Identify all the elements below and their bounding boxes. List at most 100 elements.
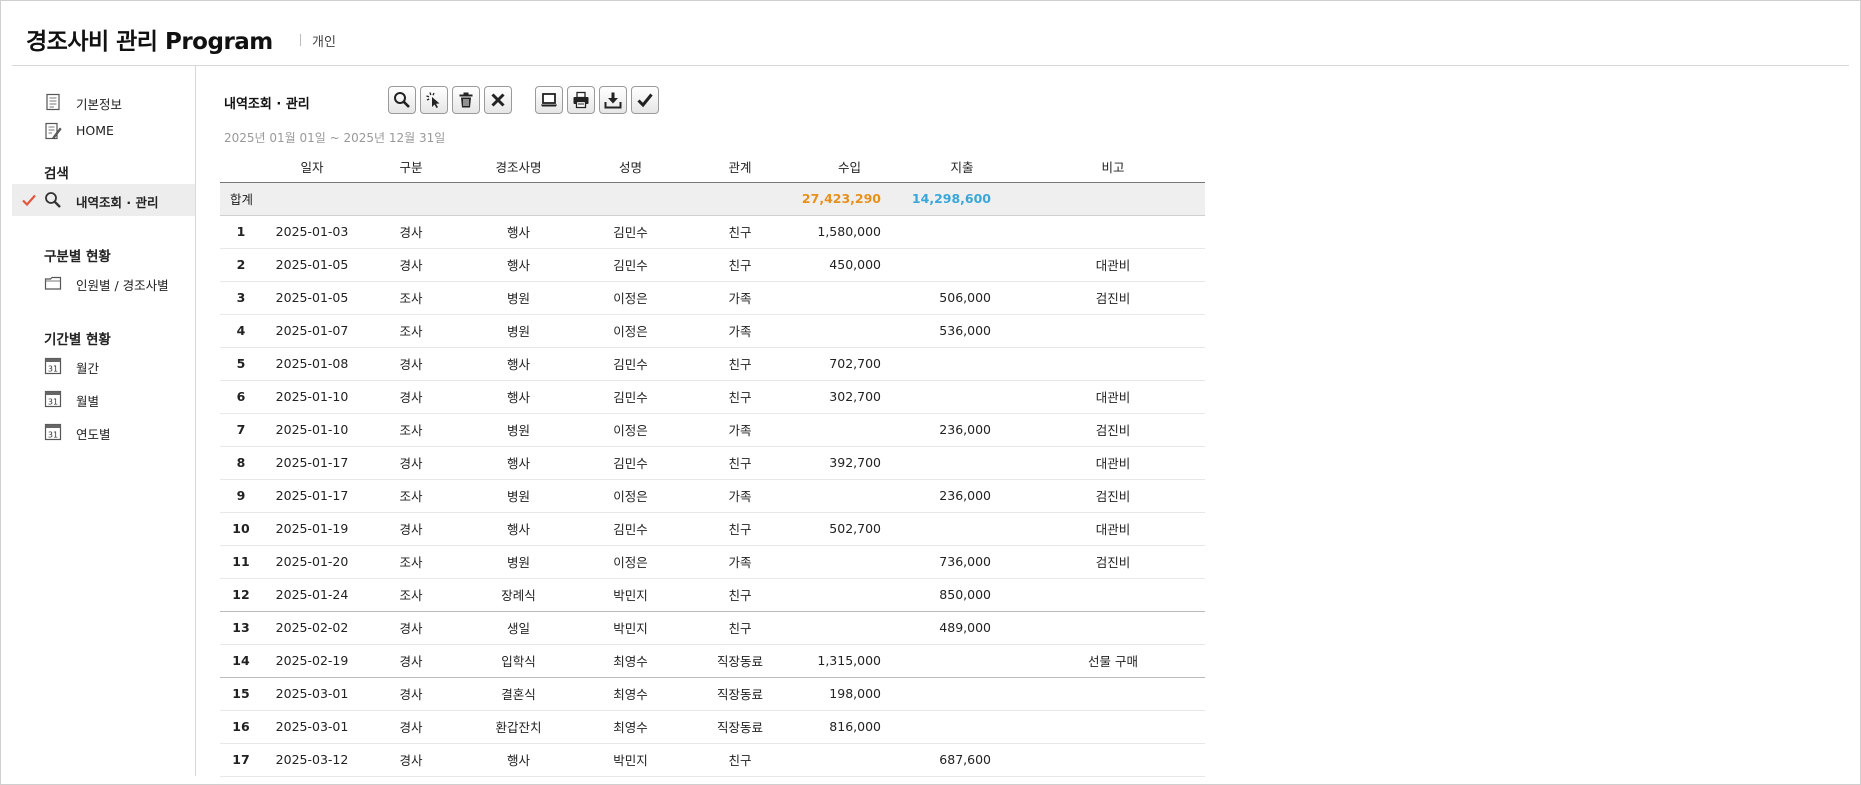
row-income [796,545,903,579]
select-button[interactable] [420,86,448,114]
table-row[interactable]: 8 2025-01-17 경사 행사 김민수 친구 392,700 대관비 [220,446,1205,480]
row-date: 2025-03-01 [262,677,362,711]
row-type: 조사 [362,413,460,447]
sidebar-item-by-month[interactable]: 31 월별 [12,383,195,415]
row-date: 2025-01-10 [262,380,362,414]
pointer-click-icon [426,92,440,108]
download-icon [604,92,622,109]
row-expense: 506,000 [903,281,1021,315]
column-header-no [220,151,262,183]
row-expense: 736,000 [903,545,1021,579]
sidebar-item-by-person[interactable]: 인원별 / 경조사별 [12,267,195,299]
row-number: 4 [220,314,262,348]
table-row[interactable]: 10 2025-01-19 경사 행사 김민수 친구 502,700 대관비 [220,512,1205,546]
app-subtitle: 개인 [312,35,336,50]
table-row[interactable]: 15 2025-03-01 경사 결혼식 최영수 직장동료 198,000 [220,677,1205,711]
row-income: 1,580,000 [796,215,903,249]
row-number: 2 [220,248,262,282]
row-type: 경사 [362,248,460,282]
row-income: 450,000 [796,248,903,282]
row-income [796,743,903,777]
sidebar-item-basic-info[interactable]: 기본정보 [12,86,195,118]
sidebar-item-home[interactable]: HOME [12,115,195,147]
row-number: 7 [220,413,262,447]
row-income [796,479,903,513]
row-expense: 536,000 [903,314,1021,348]
table-row[interactable]: 4 2025-01-07 조사 병원 이정은 가족 536,000 [220,314,1205,348]
table-row[interactable]: 5 2025-01-08 경사 행사 김민수 친구 702,700 [220,347,1205,381]
svg-text:31: 31 [48,365,58,374]
cancel-button[interactable] [484,86,512,114]
row-name: 김민수 [577,248,684,282]
row-income: 198,000 [796,677,903,711]
row-name: 박민지 [577,578,684,612]
column-header-type[interactable]: 구분 [362,151,460,183]
row-note: 대관비 [1021,446,1205,480]
download-button[interactable] [599,86,627,114]
row-date: 2025-01-07 [262,314,362,348]
column-header-name[interactable]: 성명 [577,151,684,183]
table-row[interactable]: 9 2025-01-17 조사 병원 이정은 가족 236,000 검진비 [220,479,1205,513]
row-name: 이정은 [577,281,684,315]
confirm-button[interactable] [631,86,659,114]
search-icon [394,92,410,108]
row-note [1021,677,1205,711]
table-row[interactable]: 17 2025-03-12 경사 행사 박민지 친구 687,600 [220,743,1205,777]
table-row[interactable]: 3 2025-01-05 조사 병원 이정은 가족 506,000 검진비 [220,281,1205,315]
row-type: 경사 [362,347,460,381]
table-row[interactable]: 1 2025-01-03 경사 행사 김민수 친구 1,580,000 [220,215,1205,249]
table-row[interactable]: 11 2025-01-20 조사 병원 이정은 가족 736,000 검진비 [220,545,1205,579]
table-row[interactable]: 6 2025-01-10 경사 행사 김민수 친구 302,700 대관비 [220,380,1205,414]
row-expense [903,446,1021,480]
row-income [796,281,903,315]
row-type: 경사 [362,710,460,744]
row-type: 조사 [362,578,460,612]
row-event: 행사 [460,380,577,414]
row-note: 대관비 [1021,248,1205,282]
row-type: 경사 [362,512,460,546]
table-row[interactable]: 7 2025-01-10 조사 병원 이정은 가족 236,000 검진비 [220,413,1205,447]
print-button[interactable] [567,86,595,114]
trash-icon [459,92,473,108]
row-relation: 가족 [684,281,796,315]
row-name: 김민수 [577,215,684,249]
row-name: 김민수 [577,347,684,381]
row-date: 2025-01-17 [262,479,362,513]
sidebar-item-label: 내역조회 · 관리 [76,195,159,210]
row-type: 경사 [362,743,460,777]
row-relation: 가족 [684,413,796,447]
sidebar: 기본정보 HOME 검색 내역조회 · 관리 구분별 현황 인원별 / 경조사별… [12,66,196,776]
row-relation: 가족 [684,314,796,348]
column-header-expense[interactable]: 지출 [903,151,1021,183]
row-event: 병원 [460,479,577,513]
sidebar-item-by-year[interactable]: 31 연도별 [12,416,195,448]
row-name: 최영수 [577,644,684,678]
column-header-note[interactable]: 비고 [1021,151,1205,183]
table-row[interactable]: 16 2025-03-01 경사 환갑잔치 최영수 직장동료 816,000 [220,710,1205,744]
column-header-income[interactable]: 수입 [796,151,903,183]
table-row[interactable]: 2 2025-01-05 경사 행사 김민수 친구 450,000 대관비 [220,248,1205,282]
row-relation: 친구 [684,347,796,381]
screen-view-button[interactable] [535,86,563,114]
row-number: 5 [220,347,262,381]
row-event: 생일 [460,611,577,645]
row-event: 행사 [460,743,577,777]
sidebar-item-monthly[interactable]: 31 월간 [12,350,195,382]
row-expense [903,380,1021,414]
column-header-event[interactable]: 경조사명 [460,151,577,183]
row-number: 14 [220,644,262,678]
sidebar-item-history[interactable]: 내역조회 · 관리 [12,184,195,216]
table-row[interactable]: 13 2025-02-02 경사 생일 박민지 친구 489,000 [220,611,1205,645]
table-row[interactable]: 14 2025-02-19 경사 입학식 최영수 직장동료 1,315,000 선물 구매 [220,644,1205,678]
row-type: 경사 [362,446,460,480]
row-event: 병원 [460,314,577,348]
search-button[interactable] [388,86,416,114]
row-income [796,578,903,612]
column-header-relation[interactable]: 관계 [684,151,796,183]
table-row[interactable]: 12 2025-01-24 조사 장례식 박민지 친구 850,000 [220,578,1205,612]
delete-button[interactable] [452,86,480,114]
row-number: 6 [220,380,262,414]
row-event: 병원 [460,413,577,447]
row-relation: 친구 [684,743,796,777]
column-header-date[interactable]: 일자 [262,151,362,183]
